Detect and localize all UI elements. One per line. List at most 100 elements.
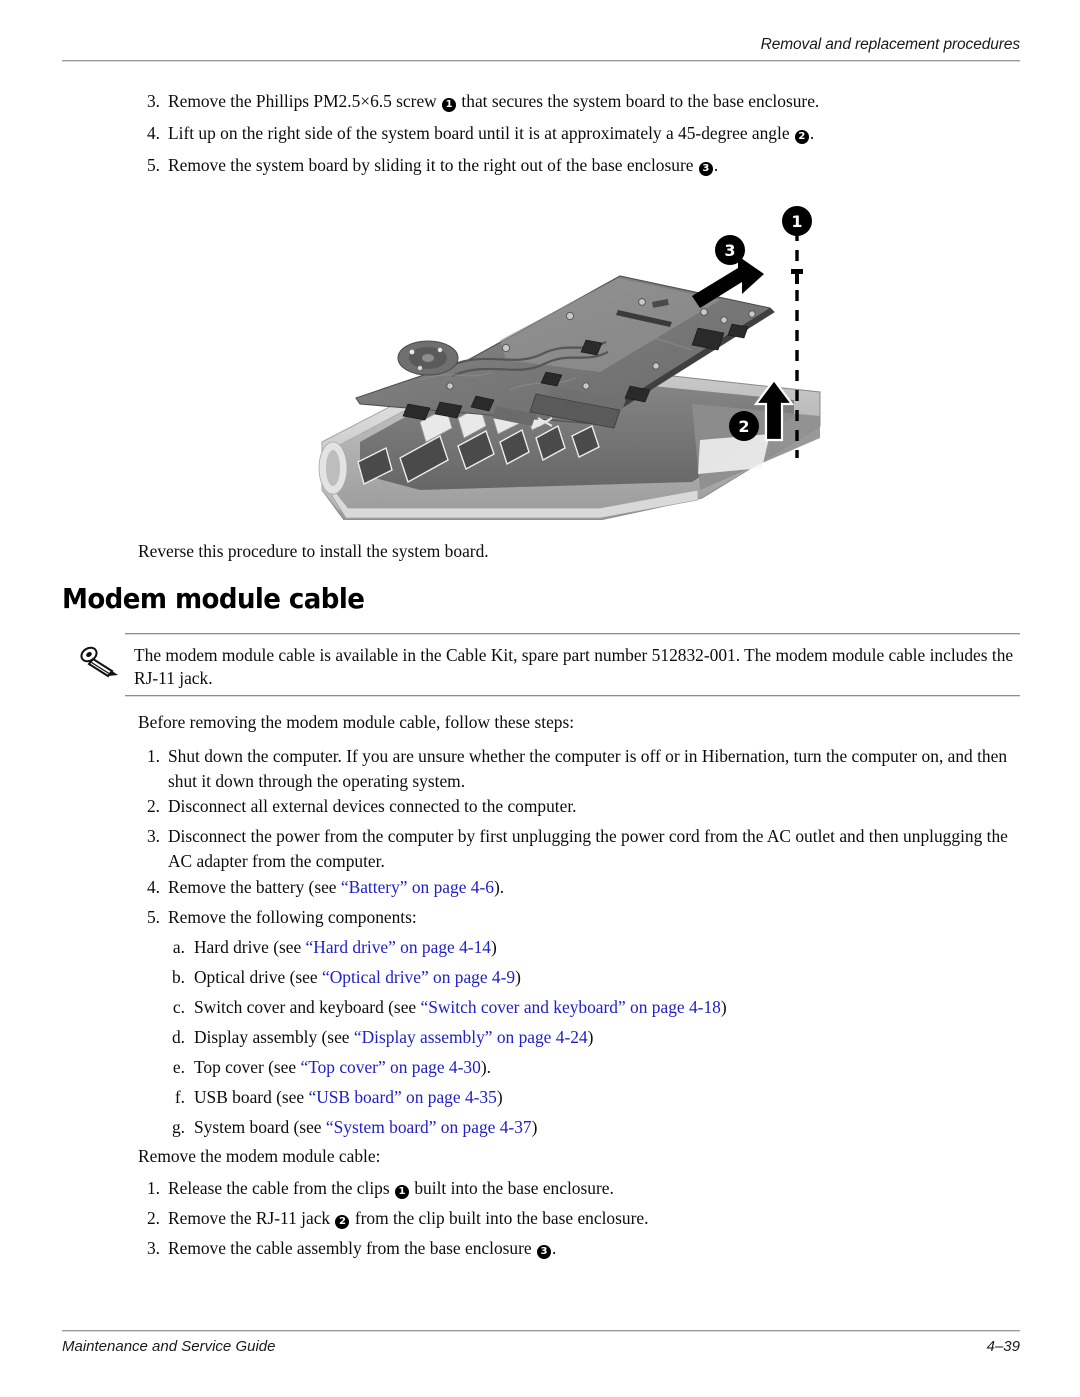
page-title: Modem module cable (62, 582, 365, 615)
callout-2-label: 2 (738, 417, 749, 436)
list-text: Hard drive (see “Hard drive” on page 4-1… (194, 935, 1025, 960)
cross-reference-link[interactable]: “Switch cover and keyboard” on page 4-18 (420, 997, 720, 1017)
list-item: 3. Remove the Phillips PM2.5×6.5 screw 1… (138, 89, 1028, 114)
list-text: Switch cover and keyboard (see “Switch c… (194, 995, 1025, 1020)
step-text-post: ). (493, 877, 505, 897)
step-text-post: that secures the system board to the bas… (457, 91, 820, 111)
pencil-note-icon (80, 646, 118, 678)
before-removing-intro: Before removing the modem module cable, … (138, 712, 575, 732)
component-text-post: ). (480, 1057, 491, 1077)
cross-reference-link[interactable]: “Display assembly” on page 4-24 (354, 1027, 588, 1047)
list-text: Release the cable from the clips 1 built… (168, 1176, 1028, 1201)
component-text-pre: Display assembly (see (194, 1027, 354, 1047)
screw-icon (791, 269, 803, 284)
list-item: e. Top cover (see “Top cover” on page 4-… (165, 1055, 1025, 1080)
cross-reference-link[interactable]: “Top cover” on page 4-30 (300, 1057, 480, 1077)
running-header: Removal and replacement procedures (62, 36, 1020, 66)
list-item: a. Hard drive (see “Hard drive” on page … (165, 935, 1025, 960)
header-rule (62, 60, 1020, 62)
step-text-post: from the clip built into the base enclos… (350, 1208, 649, 1228)
list-text: Top cover (see “Top cover” on page 4-30)… (194, 1055, 1025, 1080)
list-text: Remove the cable assembly from the base … (168, 1236, 1028, 1261)
cross-reference-link[interactable]: “Optical drive” on page 4-9 (322, 967, 515, 987)
step-text-post: . (551, 1238, 557, 1258)
list-marker: 5. (146, 155, 160, 175)
callout-badge-2: 2 (335, 1215, 350, 1229)
list-marker: 1. (146, 1178, 160, 1198)
list-text: System board (see “System board” on page… (194, 1115, 1025, 1140)
list-text: Optical drive (see “Optical drive” on pa… (194, 965, 1025, 990)
step-text-pre: Remove the system board by sliding it to… (168, 155, 698, 175)
list-marker: c. (172, 997, 185, 1017)
remove-cable-intro: Remove the modem module cable: (138, 1146, 381, 1166)
step-text-pre: Remove the battery (see (168, 877, 341, 897)
callout-badge-1: 1 (442, 98, 457, 112)
component-text-post: ) (531, 1117, 538, 1137)
step-text-pre: Remove the RJ-11 jack (168, 1208, 335, 1228)
step-text-post: built into the base enclosure. (410, 1178, 614, 1198)
list-item: 2. Remove the RJ-11 jack 2 from the clip… (138, 1206, 1028, 1231)
list-text: Remove the RJ-11 jack 2 from the clip bu… (168, 1206, 1028, 1231)
illustration-svg: 1 2 3 (318, 206, 821, 520)
list-marker: 3. (146, 826, 160, 846)
list-marker: f. (174, 1087, 185, 1107)
list-text: Remove the Phillips PM2.5×6.5 screw 1 th… (168, 89, 1028, 114)
cross-reference-link[interactable]: “Battery” on page 4-6 (341, 877, 494, 897)
list-item: 1. Shut down the computer. If you are un… (138, 744, 1028, 794)
note-line-1: The modem module cable is available in t… (134, 645, 885, 665)
list-item: b. Optical drive (see “Optical drive” on… (165, 965, 1025, 990)
component-text-pre: USB board (see (194, 1087, 309, 1107)
cooling-fan (397, 340, 459, 376)
component-text-post: ) (490, 937, 497, 957)
list-item: 3. Remove the cable assembly from the ba… (138, 1236, 1028, 1261)
list-item: 5. Remove the system board by sliding it… (138, 153, 1028, 178)
callout-3-group: 3 (692, 235, 764, 308)
callout-3-label: 3 (724, 241, 735, 260)
list-item: g. System board (see “System board” on p… (165, 1115, 1025, 1140)
list-marker: b. (171, 967, 185, 987)
component-text-pre: Top cover (see (194, 1057, 301, 1077)
list-item: 3. Disconnect the power from the compute… (138, 824, 1028, 874)
list-item: 2. Disconnect all external devices conne… (138, 794, 1028, 819)
list-marker: 2. (146, 1208, 160, 1228)
component-text-pre: Switch cover and keyboard (see (194, 997, 421, 1017)
list-item: 5. Remove the following components: (138, 905, 1028, 930)
cross-reference-link[interactable]: “Hard drive” on page 4-14 (306, 937, 491, 957)
callout-badge-1: 1 (395, 1185, 409, 1199)
note-text: The modem module cable is available in t… (134, 644, 1014, 690)
list-marker: 3. (146, 91, 160, 111)
header-title: Removal and replacement procedures (760, 36, 1020, 53)
page-footer: Maintenance and Service Guide 4–39 (62, 1330, 1020, 1364)
list-marker: d. (171, 1027, 185, 1047)
callout-badge-2: 2 (794, 130, 809, 144)
list-item: f. USB board (see “USB board” on page 4-… (165, 1085, 1025, 1110)
list-item: 1. Release the cable from the clips 1 bu… (138, 1176, 1028, 1201)
cross-reference-link[interactable]: “USB board” on page 4-35 (308, 1087, 496, 1107)
list-marker: e. (172, 1057, 185, 1077)
footer-rule (62, 1330, 1020, 1332)
component-text-pre: Hard drive (see (194, 937, 306, 957)
step-text-pre: Remove the cable assembly from the base … (168, 1238, 536, 1258)
list-marker: 2. (146, 796, 160, 816)
step-text-pre: Lift up on the right side of the system … (168, 123, 794, 143)
list-marker: 5. (146, 907, 160, 927)
list-text: Lift up on the right side of the system … (168, 121, 1028, 146)
component-text-pre: System board (see (194, 1117, 326, 1137)
document-page: Removal and replacement procedures 3. Re… (0, 0, 1080, 1397)
cross-reference-link[interactable]: “System board” on page 4-37 (326, 1117, 532, 1137)
footer-guide-title: Maintenance and Service Guide (62, 1338, 276, 1355)
system-board-removal-illustration: 1 2 3 (300, 190, 860, 520)
step-text-post: . (809, 123, 815, 143)
list-marker: a. (172, 937, 185, 957)
list-text: Remove the battery (see “Battery” on pag… (168, 875, 1028, 900)
reverse-procedure-text: Reverse this procedure to install the sy… (138, 541, 489, 561)
list-marker: g. (171, 1117, 185, 1137)
step-text-pre: Release the cable from the clips (168, 1178, 394, 1198)
list-text: Disconnect the power from the computer b… (168, 826, 1008, 871)
callout-badge-3: 3 (698, 162, 713, 176)
list-text: Disconnect all external devices connecte… (168, 796, 577, 816)
list-text: Shut down the computer. If you are unsur… (168, 746, 1008, 791)
callout-1-label: 1 (791, 212, 802, 231)
note-rule-bottom (125, 695, 1020, 697)
component-text-pre: Optical drive (see (194, 967, 322, 987)
